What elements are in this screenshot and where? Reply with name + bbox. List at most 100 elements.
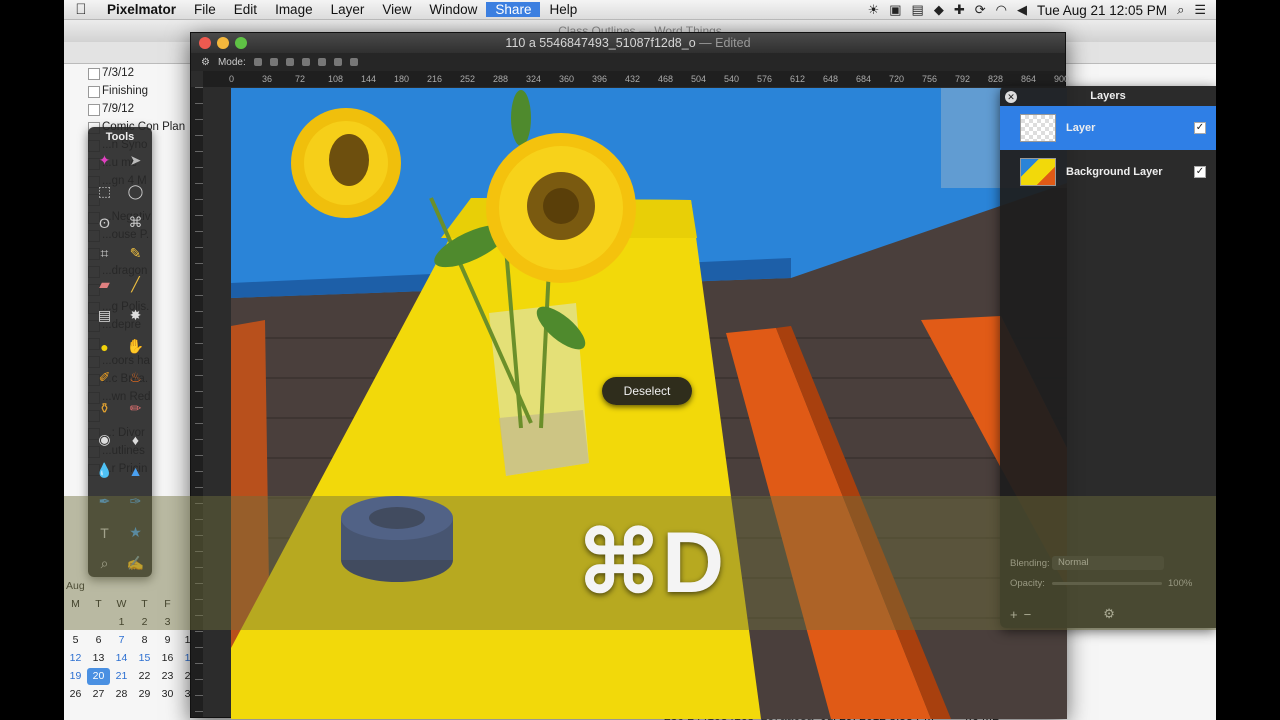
tools-title: Tools	[105, 131, 135, 143]
calendar-day[interactable]: 15	[133, 650, 156, 667]
layer-name: Layer	[1066, 122, 1096, 134]
calendar-day[interactable]: 23	[156, 668, 179, 685]
ruler-mark: 900	[1054, 74, 1070, 84]
wifi-icon[interactable]: ◠	[996, 2, 1007, 18]
menu-window[interactable]: Window	[420, 2, 486, 17]
rect-select-icon[interactable]: ⬚	[89, 180, 120, 203]
mode-antialias-button[interactable]	[333, 58, 342, 66]
mode-refine-button[interactable]	[349, 58, 358, 66]
ruler-tick	[195, 663, 203, 664]
mode-feather-button[interactable]	[317, 58, 326, 66]
volume-icon[interactable]: ◀	[1017, 2, 1027, 18]
menu-file[interactable]: File	[185, 2, 225, 17]
calendar-day[interactable]: 8	[133, 632, 156, 649]
calendar-day[interactable]: 6	[87, 632, 110, 649]
layer-row-layer[interactable]: Layer ✓	[1000, 106, 1216, 150]
calendar-day[interactable]: 5	[64, 632, 87, 649]
menu-layer[interactable]: Layer	[322, 2, 374, 17]
menu-view[interactable]: View	[373, 2, 420, 17]
eyedropper-icon[interactable]: ✎	[120, 242, 151, 265]
mode-new-selection-button[interactable]	[253, 58, 262, 66]
calendar-day[interactable]: 29	[133, 686, 156, 703]
layer-visibility-checkbox[interactable]: ✓	[1194, 122, 1206, 134]
ruler-tick	[195, 151, 203, 152]
mode-intersect-button[interactable]	[301, 58, 310, 66]
paint-bucket-icon[interactable]: ✸	[120, 304, 151, 327]
polygon-lasso-icon[interactable]: ⌘	[120, 211, 151, 234]
sync-icon[interactable]: ⟳	[975, 2, 986, 18]
ruler-mark: 792	[955, 74, 971, 84]
magic-wand-icon[interactable]: ✦	[89, 149, 120, 172]
gradient-icon[interactable]: ▤	[89, 304, 120, 327]
mode-subtract-button[interactable]	[285, 58, 294, 66]
dropbox-icon[interactable]: ◆	[934, 2, 944, 18]
stamp-icon[interactable]: ⚱	[89, 397, 120, 420]
red-eye-icon[interactable]: ◉	[89, 428, 120, 451]
brightness-icon[interactable]: ☀	[868, 2, 880, 18]
blur-icon[interactable]: 💧	[89, 459, 120, 482]
calendar-day[interactable]: 19	[64, 668, 87, 685]
crop-icon[interactable]: ⌗	[89, 242, 120, 265]
menu-edit[interactable]: Edit	[225, 2, 266, 17]
ruler-tick	[195, 87, 203, 88]
brush-icon[interactable]: ✐	[89, 366, 120, 389]
lasso-icon[interactable]: ʘ	[89, 211, 120, 234]
ellipse-select-icon[interactable]: ◯	[120, 180, 151, 203]
calendar-day[interactable]: 9	[156, 632, 179, 649]
calendar-day[interactable]: 16	[156, 650, 179, 667]
ruler-mark: 756	[922, 74, 938, 84]
calendar-day[interactable]: 20	[87, 668, 110, 685]
spotlight-icon[interactable]: ⌕	[1177, 2, 1184, 18]
calendar-day[interactable]: 12	[64, 650, 87, 667]
line-icon[interactable]: ╱	[120, 273, 151, 296]
camera-icon[interactable]: ▣	[889, 2, 901, 18]
menu-share[interactable]: Share	[486, 2, 541, 17]
calendar-day[interactable]: 21	[110, 668, 133, 685]
clock[interactable]: Tue Aug 21 12:05 PM	[1037, 3, 1167, 18]
pencil-icon[interactable]: ✏	[120, 397, 151, 420]
ruler-mark: 468	[658, 74, 674, 84]
apple-menu-icon[interactable]: 	[64, 1, 98, 18]
calendar-day[interactable]: 30	[156, 686, 179, 703]
smudge-icon[interactable]: ✋	[120, 335, 151, 358]
move-icon[interactable]: ➤	[120, 149, 151, 172]
app-menu[interactable]: Pixelmator	[98, 2, 185, 17]
calendar-day[interactable]: 14	[110, 650, 133, 667]
edited-indicator: — Edited	[695, 36, 751, 50]
minimize-window-button[interactable]	[217, 37, 229, 49]
sharpen-icon[interactable]: ▲	[120, 459, 151, 482]
mode-add-button[interactable]	[269, 58, 278, 66]
ruler-tick	[195, 135, 203, 136]
menu-help[interactable]: Help	[540, 2, 586, 17]
settings-gear-icon[interactable]: ⚙	[201, 57, 210, 68]
eraser-icon[interactable]: ▰	[89, 273, 120, 296]
menu-image[interactable]: Image	[266, 2, 322, 17]
image-window-title: 110 a 5546847493_51087f12d8_o — Edited	[191, 33, 1065, 53]
doc-list-item[interactable]: 7/9/12	[86, 100, 196, 118]
calendar-day[interactable]: 13	[87, 650, 110, 667]
doc-list-item[interactable]: Finishing	[86, 82, 196, 100]
ruler-mark: 864	[1021, 74, 1037, 84]
ruler-tick	[195, 631, 203, 632]
sponge-icon[interactable]: ♦	[120, 428, 151, 451]
deselect-button[interactable]: Deselect	[602, 377, 692, 405]
calendar-day[interactable]: 28	[110, 686, 133, 703]
layers-title: Layers	[1090, 90, 1126, 102]
menubar:  Pixelmator File Edit Image Layer View …	[64, 0, 1216, 20]
plus-icon[interactable]: ✚	[954, 2, 965, 18]
burn-icon[interactable]: ♨	[120, 366, 151, 389]
layer-row-background[interactable]: Background Layer ✓	[1000, 150, 1216, 194]
ruler-mark: 0	[229, 74, 235, 84]
notification-center-icon[interactable]: ☰	[1194, 2, 1206, 18]
background-layer-visibility-checkbox[interactable]: ✓	[1194, 166, 1206, 178]
calendar-day[interactable]: 22	[133, 668, 156, 685]
calendar-day[interactable]: 26	[64, 686, 87, 703]
close-window-button[interactable]	[199, 37, 211, 49]
calendar-day[interactable]: 27	[87, 686, 110, 703]
doc-list-item[interactable]: 7/3/12	[86, 64, 196, 82]
color-icon[interactable]: ●	[89, 335, 120, 358]
calendar-day[interactable]: 7	[110, 632, 133, 649]
layers-close-icon[interactable]: ✕	[1005, 91, 1017, 103]
zoom-window-button[interactable]	[235, 37, 247, 49]
clipboard-icon[interactable]: ▤	[912, 2, 924, 18]
